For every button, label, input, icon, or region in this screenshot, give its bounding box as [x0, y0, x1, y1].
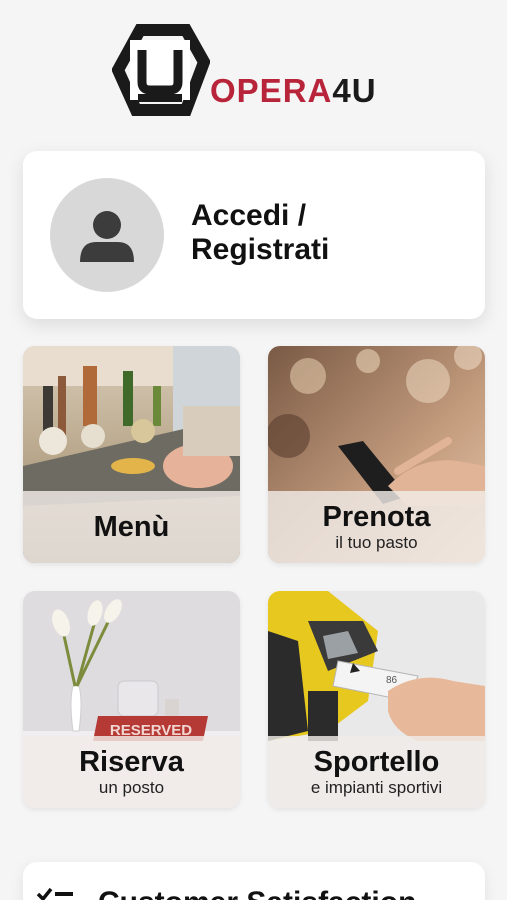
app-logo: OPERA4U: [112, 22, 402, 118]
tile-riserva-title: Riserva: [79, 746, 184, 778]
tile-menu-band: Menù: [23, 491, 240, 563]
login-label-line1: Accedi /: [191, 199, 307, 232]
brand-name-suffix: 4U: [332, 72, 377, 109]
tile-riserva[interactable]: RESERVED Riserva un posto: [23, 591, 240, 808]
login-register-label: Accedi / Registrati: [191, 199, 461, 267]
tile-prenota[interactable]: Prenota il tuo pasto: [268, 346, 485, 563]
tile-sportello-subtitle: e impianti sportivi: [310, 778, 443, 797]
tile-menu[interactable]: Menù: [23, 346, 240, 563]
tile-riserva-band: Riserva un posto: [23, 736, 240, 808]
brand-name-main: OPERA: [210, 72, 333, 109]
customer-satisfaction-card[interactable]: Customer Satisfaction: [23, 862, 485, 900]
tile-riserva-subtitle: un posto: [98, 778, 165, 797]
tile-sportello-band: Sportello e impianti sportivi: [268, 736, 485, 808]
login-label-line2: Registrati: [191, 233, 330, 266]
logo-mark-icon: [112, 24, 210, 116]
avatar: [50, 178, 164, 292]
tile-menu-title: Menù: [93, 511, 170, 543]
customer-satisfaction-label: Customer Satisfaction: [98, 886, 416, 900]
tile-sportello[interactable]: 86 Sportello e impianti sportivi: [268, 591, 485, 808]
login-register-card[interactable]: Accedi / Registrati: [23, 151, 485, 319]
tile-sportello-title: Sportello: [313, 746, 440, 778]
tile-prenota-band: Prenota il tuo pasto: [268, 491, 485, 563]
ticket-number: 86: [386, 675, 398, 686]
tile-prenota-title: Prenota: [322, 501, 431, 533]
checklist-icon: [36, 887, 73, 900]
tile-prenota-subtitle: il tuo pasto: [335, 533, 418, 552]
user-icon: [80, 211, 134, 262]
brand-name: OPERA4U: [210, 72, 377, 110]
